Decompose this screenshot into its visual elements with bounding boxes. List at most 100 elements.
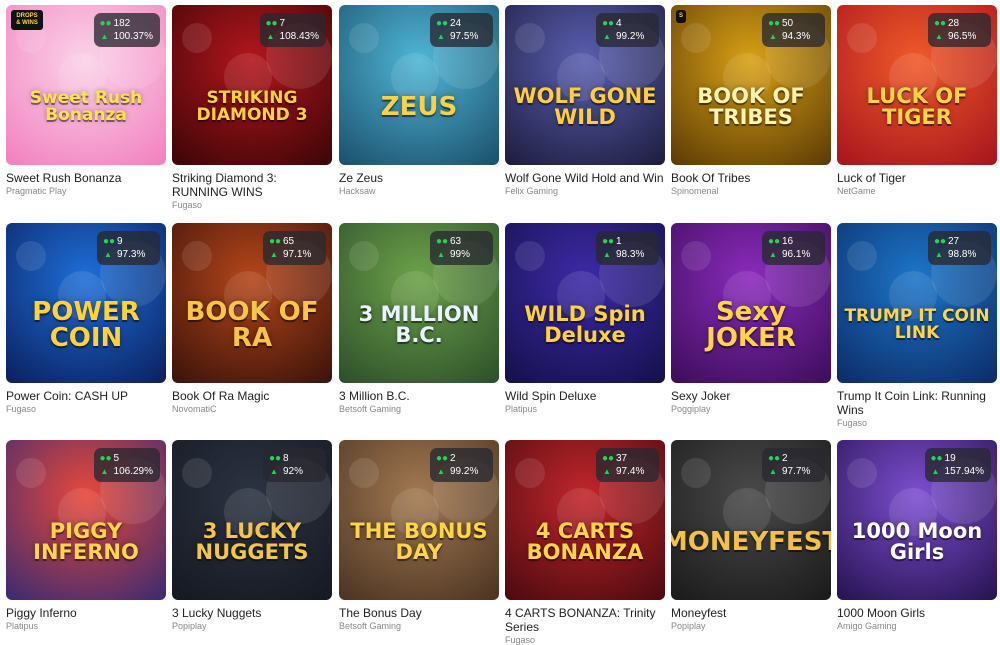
rtp-value: 92% — [283, 466, 304, 477]
game-card[interactable]: THE BONUS DAY ●● 2 ▲ 99.2% The Bonus Day Betso… — [339, 440, 499, 631]
game-title[interactable]: Sexy Joker — [671, 389, 831, 403]
game-card[interactable]: POWER COIN ●● 9 ▲ 97.3% Power Coin: CASH UP Fu… — [6, 223, 166, 414]
game-provider[interactable]: NetGame — [837, 186, 997, 196]
game-title[interactable]: 4 CARTS BONANZA: Trinity Series — [505, 606, 665, 634]
game-title[interactable]: Ze Zeus — [339, 171, 499, 185]
game-card[interactable]: MONEYFEST ●●2 ▲ 97.7% MoneyfestPopiplay — [671, 440, 831, 631]
player-count: 24 — [450, 18, 462, 29]
rtp-value: 97.4% — [616, 466, 645, 477]
game-title[interactable]: Luck of Tiger — [837, 171, 997, 185]
game-provider[interactable]: Fugaso — [505, 635, 665, 645]
game-thumbnail[interactable]: Sexy JOKER ●● 16 ▲ 96.1% — [671, 223, 831, 383]
rtp-arrow-icon: ▲ — [100, 32, 109, 41]
game-thumbnail[interactable]: MONEYFEST ●●2 ▲ 97.7% — [671, 440, 831, 600]
people-icon: ●● — [265, 18, 278, 29]
game-title[interactable]: Book Of Ra Magic — [172, 389, 332, 403]
provider-sticker: DROPS & WINS — [11, 10, 43, 30]
game-card[interactable]: 1000 Moon Girls ●● 19 ▲ 157.94% 1000 Moon Gir… — [837, 440, 997, 631]
game-provider[interactable]: NovomatiC — [172, 404, 332, 414]
player-count: 7 — [279, 18, 286, 29]
game-title[interactable]: Wolf Gone Wild Hold and Win — [505, 171, 665, 185]
art-highlight — [349, 23, 379, 53]
game-card[interactable]: 3 MILLION B.C. ●● 63 ▲ 99% 3 Million B.C. Bets… — [339, 223, 499, 414]
game-title[interactable]: Striking Diamond 3: RUNNING WINS — [172, 171, 332, 199]
stats-badge: ●● 28 ▲ 96.5% — [928, 13, 991, 47]
game-provider[interactable]: Fugaso — [6, 404, 166, 414]
player-count: 19 — [944, 453, 956, 464]
game-title[interactable]: 1000 Moon Girls — [837, 606, 997, 620]
game-title[interactable]: The Bonus Day — [339, 606, 499, 620]
game-title[interactable]: 3 Million B.C. — [339, 389, 499, 403]
game-provider[interactable]: Fugaso — [172, 200, 332, 210]
game-provider[interactable]: Pragmatic Play — [6, 186, 166, 196]
game-card[interactable]: S BOOK OF TRIBES ●● 50 ▲ 94.3% Book Of Tribes S… — [671, 5, 831, 196]
game-provider[interactable]: Felix Gaming — [505, 186, 665, 196]
stats-badge: ●● 37 ▲ 97.4% — [596, 448, 659, 482]
people-icon: ●● — [269, 453, 282, 464]
stats-badge: ●● 8 ▲ 92% — [263, 448, 326, 482]
game-card[interactable]: WILD Spin Deluxe ●● 1 ▲ 98.3% Wild Spin Delux… — [505, 223, 665, 414]
stats-badge: ●● 27 ▲ 98.8% — [928, 231, 991, 265]
game-art-title: BOOK OF TRIBES — [697, 84, 805, 129]
game-provider[interactable]: Platipus — [6, 621, 166, 631]
art-highlight — [515, 23, 545, 53]
game-card[interactable]: ZEUS ●● 24 ▲ 97.5% Ze Zeus Hacksaw — [339, 5, 499, 196]
game-card[interactable]: LUCK OF TIGER ●● 28 ▲ 96.5% Luck of Tiger NetG… — [837, 5, 997, 196]
game-thumbnail[interactable]: THE BONUS DAY ●● 2 ▲ 99.2% — [339, 440, 499, 600]
game-card[interactable]: 4 CARTS BONANZA ●● 37 ▲ 97.4% 4 CARTS BONANZA… — [505, 440, 665, 645]
game-title[interactable]: 3 Lucky Nuggets — [172, 606, 332, 620]
people-icon: ●● — [768, 236, 781, 247]
art-highlight — [182, 23, 212, 53]
player-count: 2 — [450, 453, 456, 464]
game-thumbnail[interactable]: DROPS & WINS Sweet Rush Bonanza ●● 182 ▲ 100.… — [6, 5, 166, 165]
game-card[interactable]: PIGGY INFERNO ●● 5 ▲ 106.29% Piggy Inferno Pla… — [6, 440, 166, 631]
game-provider[interactable]: Fugaso — [837, 418, 997, 428]
game-card[interactable]: WOLF GONE WILD ●● 4 ▲ 99.2% Wolf Gone Wild Ho… — [505, 5, 665, 196]
game-thumbnail[interactable]: LUCK OF TIGER ●● 28 ▲ 96.5% — [837, 5, 997, 165]
game-provider[interactable]: Hacksaw — [339, 186, 499, 196]
game-card[interactable]: TRUMP IT COIN LINK ●● 27 ▲ 98.8% Trump It Coi… — [837, 223, 997, 428]
game-provider[interactable]: Popiplay — [172, 621, 332, 631]
game-thumbnail[interactable]: STRIKING DIAMOND 3 ●● 7 ▲ 108.43% — [172, 5, 332, 165]
game-title[interactable]: Trump It Coin Link: Running Wins — [837, 389, 997, 417]
game-thumbnail[interactable]: WILD Spin Deluxe ●● 1 ▲ 98.3% — [505, 223, 665, 383]
game-provider[interactable]: Popiplay — [671, 621, 831, 631]
player-count: 4 — [616, 18, 622, 29]
game-card[interactable]: DROPS & WINS Sweet Rush Bonanza ●● 182 ▲ 100.… — [6, 5, 166, 196]
game-thumbnail[interactable]: BOOK OF RA ●● 65 ▲ 97.1% — [172, 223, 332, 383]
game-title[interactable]: Power Coin: CASH UP — [6, 389, 166, 403]
game-thumbnail[interactable]: TRUMP IT COIN LINK ●● 27 ▲ 98.8% — [837, 223, 997, 383]
game-card[interactable]: BOOK OF RA ●● 65 ▲ 97.1% Book Of Ra Magic Novo… — [172, 223, 332, 414]
game-thumbnail[interactable]: ZEUS ●● 24 ▲ 97.5% — [339, 5, 499, 165]
game-thumbnail[interactable]: S BOOK OF TRIBES ●● 50 ▲ 94.3% — [671, 5, 831, 165]
game-thumbnail[interactable]: WOLF GONE WILD ●● 4 ▲ 99.2% — [505, 5, 665, 165]
rtp-arrow-icon: ▲ — [270, 467, 278, 476]
stats-badge: ●● 5 ▲ 106.29% — [93, 448, 160, 482]
game-art-title: 4 CARTS BONANZA — [526, 519, 644, 564]
game-thumbnail[interactable]: 3 LUCKY NUGGETS ●● 8 ▲ 92% — [172, 440, 332, 600]
game-provider[interactable]: Amigo Gaming — [837, 621, 997, 631]
game-title[interactable]: Sweet Rush Bonanza — [6, 171, 166, 185]
game-thumbnail[interactable]: 3 MILLION B.C. ●● 63 ▲ 99% — [339, 223, 499, 383]
game-title[interactable]: Wild Spin Deluxe — [505, 389, 665, 403]
game-card[interactable]: STRIKING DIAMOND 3 ●● 7 ▲ 108.43% Striking Di… — [172, 5, 332, 210]
game-provider[interactable]: Spinomenal — [671, 186, 831, 196]
game-thumbnail[interactable]: 1000 Moon Girls ●● 19 ▲ 157.94% — [837, 440, 997, 600]
game-card[interactable]: 3 LUCKY NUGGETS ●● 8 ▲ 92% 3 Lucky Nuggets Pop… — [172, 440, 332, 631]
game-card[interactable]: Sexy JOKER ●● 16 ▲ 96.1% Sexy Joker Poggiplay — [671, 223, 831, 414]
game-thumbnail[interactable]: POWER COIN ●● 9 ▲ 97.3% — [6, 223, 166, 383]
stats-badge: ●● 7 ▲ 108.43% — [259, 13, 326, 47]
game-title[interactable]: Piggy Inferno — [6, 606, 166, 620]
game-thumbnail[interactable]: PIGGY INFERNO ●● 5 ▲ 106.29% — [6, 440, 166, 600]
game-thumbnail[interactable]: 4 CARTS BONANZA ●● 37 ▲ 97.4% — [505, 440, 665, 600]
game-provider[interactable]: Betsoft Gaming — [339, 404, 499, 414]
game-provider[interactable]: Platipus — [505, 404, 665, 414]
rtp-arrow-icon: ▲ — [769, 32, 777, 41]
stats-badge: ●● 19 ▲ 157.94% — [924, 448, 991, 482]
game-provider[interactable]: Betsoft Gaming — [339, 621, 499, 631]
people-icon: ●● — [768, 453, 781, 464]
game-provider[interactable]: Poggiplay — [671, 404, 831, 414]
game-title[interactable]: Book Of Tribes — [671, 171, 831, 185]
game-title[interactable]: Moneyfest — [671, 606, 831, 620]
games-grid: DROPS & WINS Sweet Rush Bonanza ●● 182 ▲ 100.… — [0, 0, 1000, 645]
